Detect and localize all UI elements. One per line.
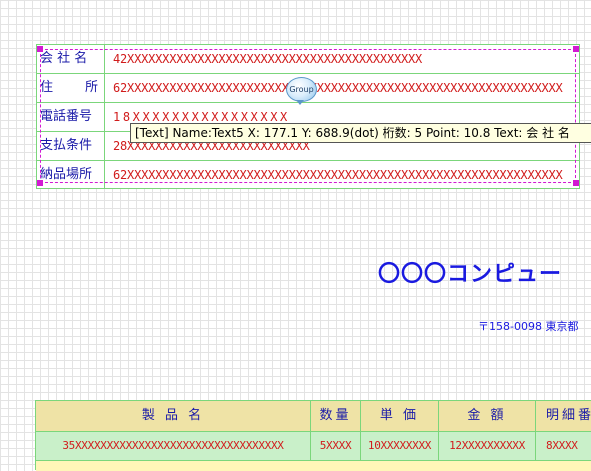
resize-handle-bottom-left[interactable] — [37, 180, 43, 186]
header-product-name[interactable]: 製 品 名 — [36, 401, 311, 431]
label-delivery[interactable]: 納品場所 — [37, 161, 105, 189]
header-quantity[interactable]: 数量 — [311, 401, 361, 431]
cell-product-name[interactable]: 35XXXXXXXXXXXXXXXXXXXXXXXXXXXXXXXXX — [36, 432, 311, 460]
form-row-delivery[interactable]: 納品場所 62XXXXXXXXXXXXXXXXXXXXXXXXXXXXXXXXX… — [37, 161, 579, 190]
header-amount[interactable]: 金 額 — [439, 401, 536, 431]
field-address[interactable]: 62XXXXXXXXXXXXXXXXXXXXXXXXXXXXXXXXXXXXXX… — [113, 74, 577, 102]
resize-handle-bottom-right[interactable] — [573, 180, 579, 186]
field-delivery[interactable]: 62XXXXXXXXXXXXXXXXXXXXXXXXXXXXXXXXXXXXXX… — [113, 161, 577, 189]
cell-unit-price[interactable]: 10XXXXXXXX — [361, 432, 439, 460]
resize-handle-top-right[interactable] — [573, 46, 579, 52]
group-badge-tail — [296, 100, 304, 105]
field-company[interactable]: 42XXXXXXXXXXXXXXXXXXXXXXXXXXXXXXXXXXXXXX… — [113, 45, 577, 73]
table-row: 35XXXXXXXXXXXXXXXXXXXXXXXXXXXXXXXXX 5XXX… — [36, 432, 591, 461]
label-address[interactable]: 住 所 — [37, 74, 105, 102]
label-company[interactable]: 会 社 名 — [37, 45, 105, 73]
product-table[interactable]: 製 品 名 数量 単 価 金 額 明細番 35XXXXXXXXXXXXXXXXX… — [35, 400, 591, 471]
header-unit-price[interactable]: 単 価 — [361, 401, 439, 431]
cell-detail-number[interactable]: 8XXXX — [536, 432, 591, 460]
table-header-row: 製 品 名 数量 単 価 金 額 明細番 — [36, 401, 591, 432]
form-row-company[interactable]: 会 社 名 42XXXXXXXXXXXXXXXXXXXXXXXXXXXXXXXX… — [37, 45, 579, 74]
company-name-text[interactable]: 〇〇〇コンピュー — [378, 256, 562, 288]
label-payment[interactable]: 支払条件 — [37, 132, 105, 160]
form-block[interactable]: 会 社 名 42XXXXXXXXXXXXXXXXXXXXXXXXXXXXXXXX… — [36, 44, 580, 189]
cell-quantity[interactable]: 5XXXX — [311, 432, 361, 460]
cell-amount[interactable]: 12XXXXXXXXXX — [439, 432, 536, 460]
resize-handle-top-left[interactable] — [37, 46, 43, 52]
label-phone[interactable]: 電話番号 — [37, 103, 105, 131]
address-text[interactable]: 〒158-0098 東京都 — [478, 318, 578, 334]
header-detail-number[interactable]: 明細番 — [536, 401, 591, 431]
group-badge[interactable]: Group — [286, 77, 317, 102]
table-next-row — [36, 461, 591, 471]
object-info-tooltip: [Text] Name:Text5 X: 177.1 Y: 688.9(dot)… — [130, 123, 591, 143]
